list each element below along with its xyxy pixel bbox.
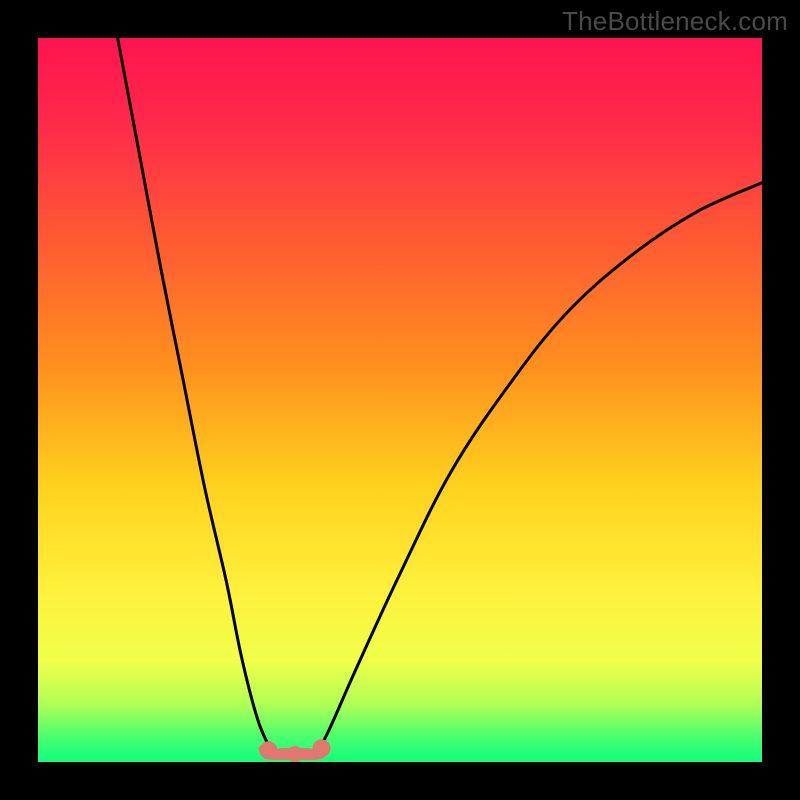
- plot-background: [38, 38, 762, 762]
- valley-marker-cap: [259, 741, 277, 759]
- chart-frame: TheBottleneck.com: [0, 0, 800, 800]
- valley-marker-cap: [313, 739, 331, 757]
- valley-marker-cap: [287, 746, 303, 762]
- bottleneck-chart: [0, 0, 800, 800]
